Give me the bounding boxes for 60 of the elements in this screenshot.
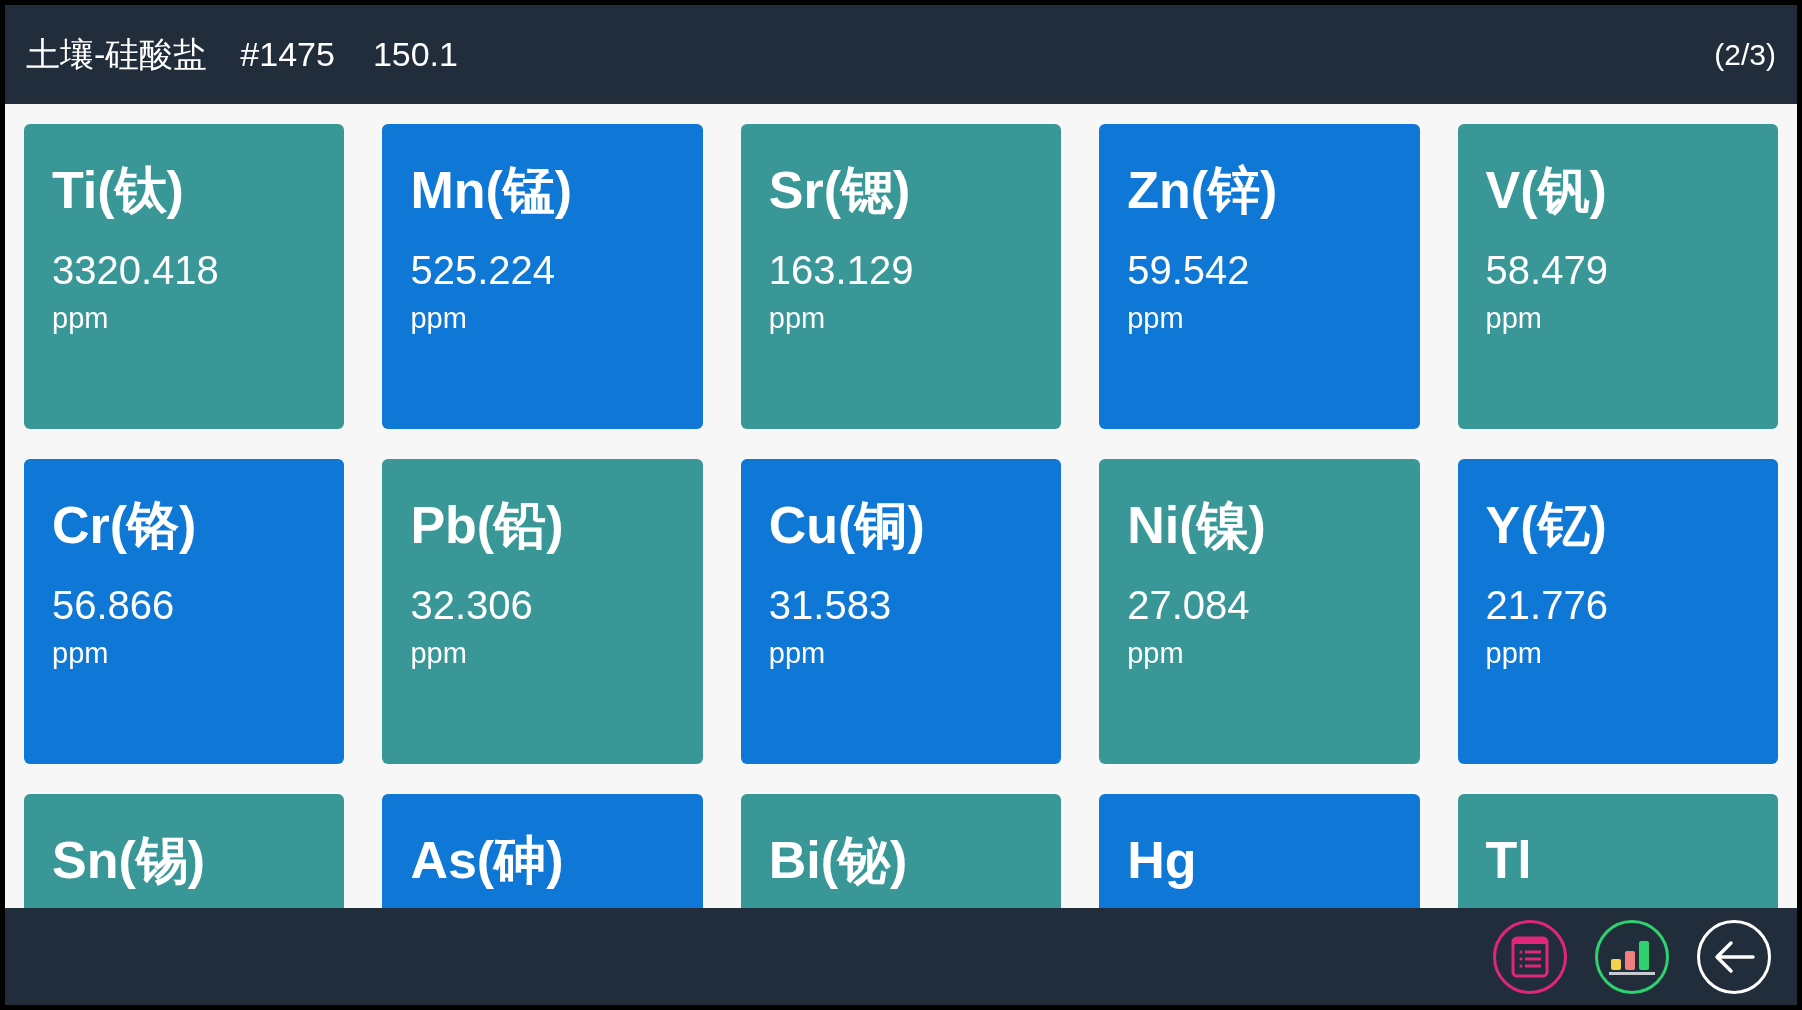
sample-number: #1475 [240,34,335,75]
element-tile[interactable]: Sn(锡) [24,794,345,908]
element-tile[interactable]: As(砷) [382,794,703,908]
element-name: Sn(锡) [52,830,206,890]
list-icon [1510,934,1550,979]
element-name: V(钒) [1485,160,1607,220]
element-tile[interactable]: Hg [1099,794,1420,908]
concentration-value: 163.129 [768,247,914,294]
page-indicator: (2/3) [1714,37,1776,73]
element-tile[interactable]: Y(钇) 21.776 ppm [1457,459,1778,764]
element-name: Sr(锶) [768,160,911,220]
element-tile[interactable]: Tl [1457,794,1778,908]
header-title: 土壤-硅酸盐 [26,34,208,75]
bar-chart-icon [1609,938,1655,975]
concentration-value: 31.583 [768,582,892,629]
concentration-value: 56.866 [52,582,175,629]
element-name: Zn(锌) [1127,160,1278,220]
element-name: Ti(钛) [52,160,184,220]
unit-label: ppm [52,301,109,336]
reading-value: 150.1 [372,34,458,75]
concentration-value: 21.776 [1485,582,1608,629]
chart-button[interactable] [1595,919,1669,994]
back-button[interactable] [1697,919,1771,994]
element-tile[interactable]: Bi(铋) [740,794,1062,908]
unit-label: ppm [410,636,467,671]
element-tile[interactable]: Zn(锌) 59.542 ppm [1099,124,1420,429]
concentration-value: 58.479 [1485,247,1608,294]
concentration-value: 3320.418 [52,247,219,294]
element-name: Bi(铋) [768,830,908,890]
element-tile[interactable]: Cr(铬) 56.866 ppm [24,459,345,764]
unit-label: ppm [1485,301,1542,336]
unit-label: ppm [1127,301,1184,336]
element-tile[interactable]: V(钒) 58.479 ppm [1457,124,1778,429]
list-button[interactable] [1493,919,1567,994]
unit-label: ppm [52,636,109,671]
element-name: Cu(铜) [768,495,925,555]
element-tile[interactable]: Pb(铅) 32.306 ppm [382,459,703,764]
element-name: Cr(铬) [52,495,197,555]
unit-label: ppm [410,301,467,336]
element-tile[interactable]: Cu(铜) 31.583 ppm [740,459,1062,764]
concentration-value: 27.084 [1127,582,1250,629]
concentration-value: 32.306 [410,582,533,629]
unit-label: ppm [768,301,826,336]
concentration-value: 59.542 [1127,247,1250,294]
element-name: Pb(铅) [410,495,564,555]
unit-label: ppm [768,636,826,671]
element-tile[interactable]: Sr(锶) 163.129 ppm [740,124,1062,429]
element-name: Ni(镍) [1127,495,1266,555]
unit-label: ppm [1485,636,1542,671]
unit-label: ppm [1127,636,1184,671]
element-name: Tl [1485,830,1532,890]
element-tile[interactable]: Ni(镍) 27.084 ppm [1099,459,1420,764]
element-name: Hg [1127,830,1197,890]
element-tile[interactable]: Ti(钛) 3320.418 ppm [24,124,345,429]
element-name: As(砷) [410,830,564,890]
element-tile[interactable]: Mn(锰) 525.224 ppm [382,124,703,429]
element-name: Mn(锰) [410,160,573,220]
concentration-value: 525.224 [410,247,555,294]
back-arrow-icon [1713,939,1755,974]
element-name: Y(钇) [1485,495,1607,555]
